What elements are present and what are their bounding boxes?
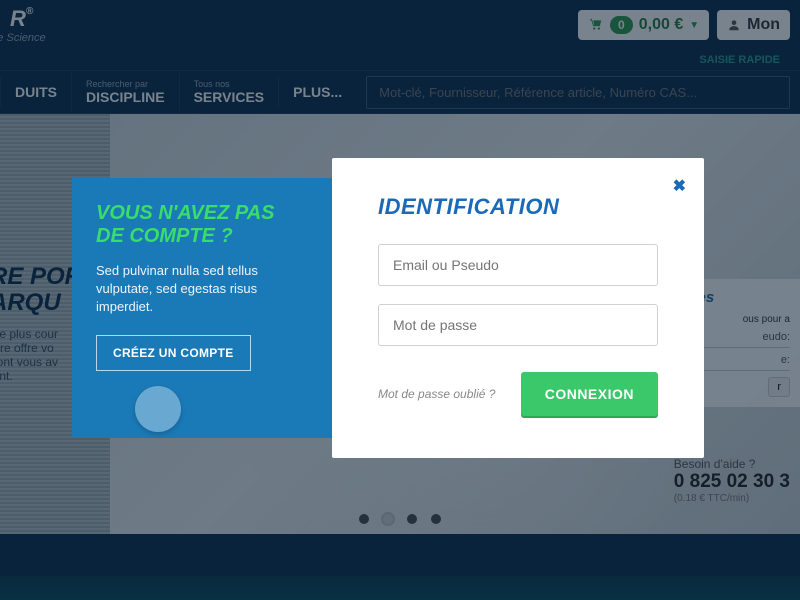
login-modal-title: IDENTIFICATION: [378, 194, 658, 220]
password-field[interactable]: [378, 304, 658, 346]
create-account-button[interactable]: CRÉEZ UN COMPTE: [96, 335, 251, 371]
email-field[interactable]: [378, 244, 658, 286]
no-account-desc: Sed pulvinar nulla sed tellus vulputate,…: [96, 262, 308, 317]
no-account-title-2: DE COMPTE ?: [96, 225, 233, 247]
login-button[interactable]: CONNEXION: [521, 372, 658, 416]
no-account-title-1: VOUS N'AVEZ PAS: [96, 202, 275, 224]
forgot-password-link[interactable]: Mot de passe oublié ?: [378, 387, 495, 401]
decorative-bubble: [135, 386, 181, 432]
close-icon[interactable]: ✖: [673, 176, 686, 196]
no-account-panel: VOUS N'AVEZ PASDE COMPTE ? Sed pulvinar …: [72, 178, 332, 438]
login-modal: ✖ IDENTIFICATION Mot de passe oublié ? C…: [332, 158, 704, 458]
login-modal-footer: Mot de passe oublié ? CONNEXION: [378, 372, 658, 416]
